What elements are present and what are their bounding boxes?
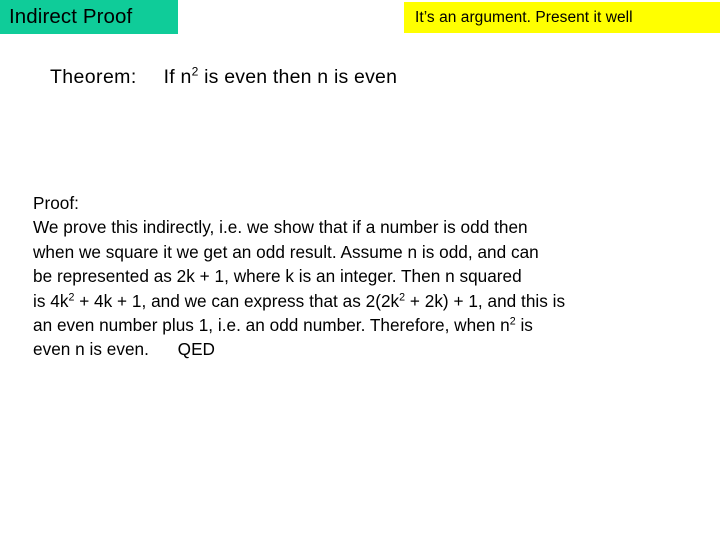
proof-text: be represented as 2k + 1, where k is an … — [33, 266, 522, 287]
proof-text: when we square it we get an odd result. … — [33, 241, 539, 262]
proof-heading: Proof: — [33, 193, 79, 213]
proof-text: + 4k + 1, and we can express that as 2(2… — [74, 290, 400, 311]
proof-text: is 4k — [33, 290, 69, 311]
proof-line: be represented as 2k + 1, where k is an … — [33, 264, 703, 288]
theorem-line: Theorem: If n2 is even then n is even — [50, 64, 397, 90]
theorem-label: Theorem: — [50, 66, 137, 88]
note-banner: It’s an argument. Present it well — [404, 2, 720, 33]
proof-line: even n is even. QED — [33, 337, 703, 361]
note-banner-text: It’s an argument. Present it well — [415, 8, 633, 26]
proof-body: Proof: We prove this indirectly, i.e. we… — [33, 191, 703, 362]
proof-line: is 4k2 + 4k + 1, and we can express that… — [33, 289, 703, 313]
proof-line: an even number plus 1, i.e. an odd numbe… — [33, 313, 703, 337]
proof-text: is — [515, 315, 533, 336]
proof-line: We prove this indirectly, i.e. we show t… — [33, 215, 703, 239]
proof-line-list: We prove this indirectly, i.e. we show t… — [33, 215, 703, 361]
proof-text: an even number plus 1, i.e. an odd numbe… — [33, 315, 510, 336]
theorem-statement-suffix: is even then n is even — [198, 66, 398, 88]
proof-text: We prove this indirectly, i.e. we show t… — [33, 217, 528, 238]
theorem-statement-prefix: If n — [163, 66, 192, 88]
title-banner: Indirect Proof — [0, 0, 178, 34]
proof-text: even n is even. QED — [33, 339, 215, 360]
proof-text: + 2k) + 1, and this is — [405, 290, 566, 311]
theorem-statement: If n2 is even then n is even — [163, 65, 398, 88]
slide-header: Indirect Proof It’s an argument. Present… — [0, 0, 720, 36]
proof-line: when we square it we get an odd result. … — [33, 240, 703, 264]
slide-title: Indirect Proof — [9, 4, 133, 28]
